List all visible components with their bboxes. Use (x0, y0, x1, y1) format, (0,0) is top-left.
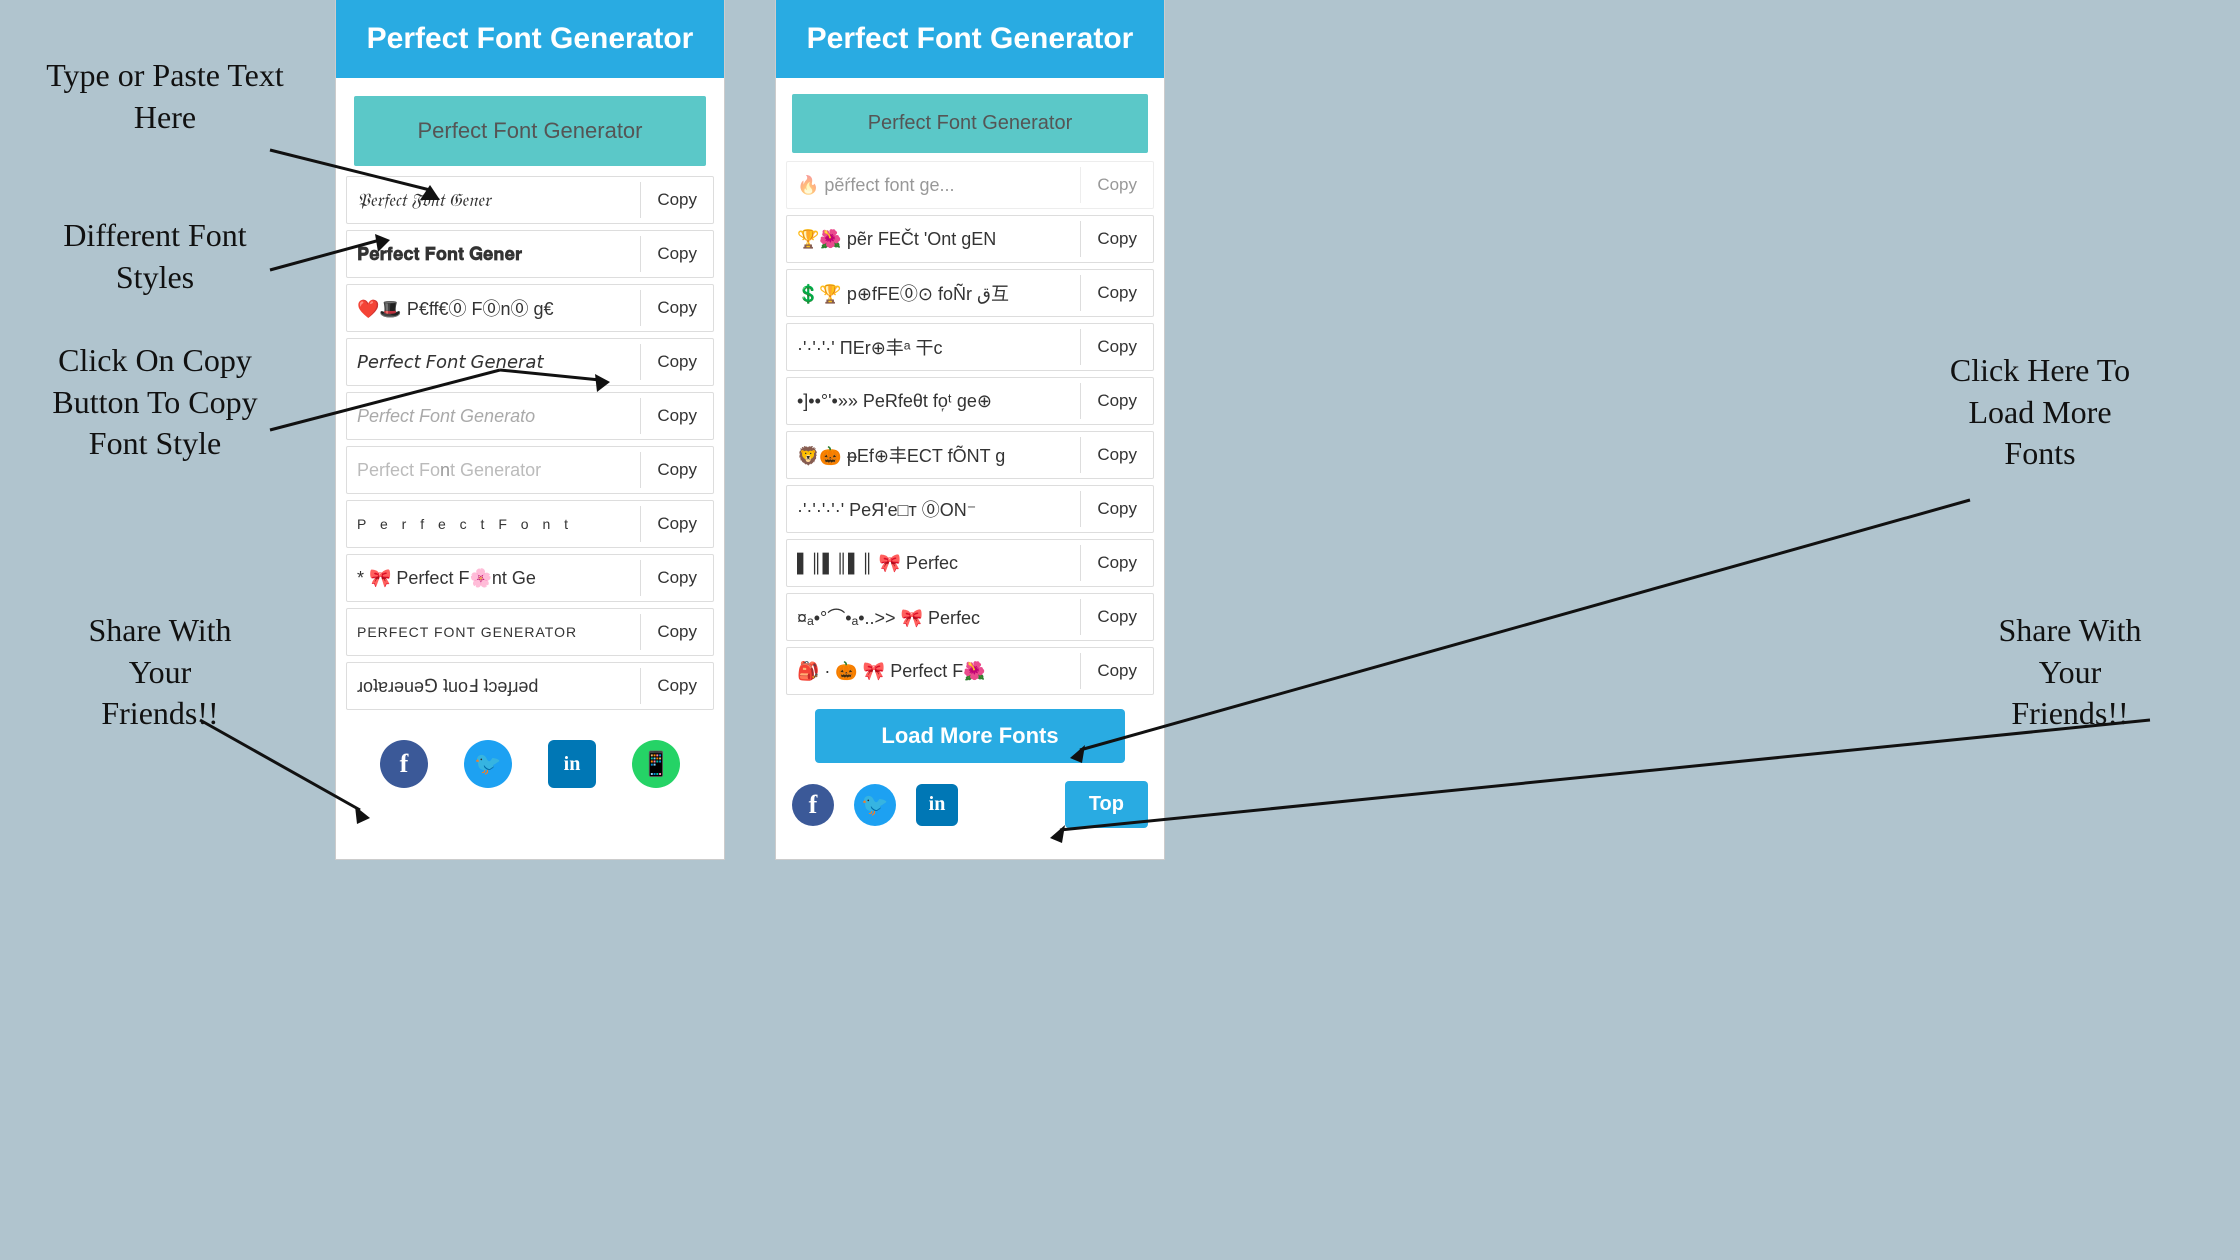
social-bar-right: f 🐦 in (792, 784, 958, 826)
copy-button[interactable]: Copy (1080, 599, 1153, 635)
social-bar-left: f 🐦 in 📱 (336, 724, 724, 798)
annotation-share-right: Share WithYourFriends!! (1930, 610, 2210, 735)
font-row: Perfect Font Generator Copy (346, 446, 714, 494)
font-text: ·'·'·'·' ΠEr⊕丰ᵃ 干c (787, 326, 1080, 368)
font-row: 🔥 pẽŕfect font ge... Copy (786, 161, 1154, 209)
font-row: 𝘗𝘦𝘳𝘧𝘦𝘤𝘵 𝘍𝘰𝘯𝘵 𝘎𝘦𝘯𝘦𝘳𝘢𝘵 Copy (346, 338, 714, 386)
twitter-icon-right[interactable]: 🐦 (854, 784, 896, 826)
font-row: 🏆🌺 pẽr FEČt 'Ont gEN Copy (786, 215, 1154, 263)
copy-button[interactable]: Copy (1080, 329, 1153, 365)
annotation-type-paste: Type or Paste TextHere (25, 55, 305, 138)
font-list-left: 𝔓𝔢𝔯𝔣𝔢𝔠𝔱 𝔉𝔬𝔫𝔱 𝔊𝔢𝔫𝔢𝔯 Copy 𝐏𝐞𝐫𝐟𝐞𝐜𝐭 𝐅𝐨𝐧𝐭 𝐆𝐞𝐧… (336, 176, 724, 710)
font-text: •]••°'•»» PeRfeθt fo᷊ᵗ ge⊕ (787, 383, 1080, 420)
copy-button[interactable]: Copy (640, 506, 713, 542)
annotation-diff-fonts: Different FontStyles (15, 215, 295, 298)
facebook-icon[interactable]: f (380, 740, 428, 788)
linkedin-icon[interactable]: in (548, 740, 596, 788)
right-panel-header: Perfect Font Generator (776, 0, 1164, 78)
font-row: ¤ₐ•°⌒•ₐ•..>> 🎀 Perfec Copy (786, 593, 1154, 641)
copy-button[interactable]: Copy (1080, 545, 1153, 581)
font-row: 💲🏆 p⊕fFE⓪⊙ foÑr ق互 Copy (786, 269, 1154, 317)
copy-button[interactable]: Copy (1080, 167, 1153, 203)
copy-button[interactable]: Copy (1080, 653, 1153, 689)
font-row: P e r f e c t F o n t Copy (346, 500, 714, 548)
font-row: 🦁🎃 ᵽEf⊕丰ECT fÕNT g Copy (786, 431, 1154, 479)
font-text: 🔥 pẽŕfect font ge... (787, 167, 1080, 204)
right-panel: Perfect Font Generator Perfect Font Gene… (775, 0, 1165, 860)
font-text: perfect font generator (347, 616, 640, 648)
font-text: 💲🏆 p⊕fFE⓪⊙ foÑr ق互 (787, 272, 1080, 314)
font-row: 🎒 · 🎃 🎀 Perfect F🌺 Copy (786, 647, 1154, 695)
font-text: ·'·'·'·'·' PeЯ'e□ᴛ ⓪ON⁻ (787, 488, 1080, 530)
font-text: ɹoʇɐɹǝuǝ⅁ ʇuoℲ ʇɔǝɟɹǝd (347, 668, 640, 705)
font-text: Perfect Font Generato (347, 398, 640, 435)
font-list-right: 🔥 pẽŕfect font ge... Copy 🏆🌺 pẽr FEČt 'O… (776, 161, 1164, 695)
copy-button[interactable]: Copy (1080, 221, 1153, 257)
right-input-area[interactable]: Perfect Font Generator (792, 94, 1148, 153)
top-button[interactable]: Top (1065, 781, 1148, 828)
copy-button[interactable]: Copy (640, 344, 713, 380)
font-row: 𝐏𝐞𝐫𝐟𝐞𝐜𝐭 𝐅𝐨𝐧𝐭 𝐆𝐞𝐧𝐞𝐫 Copy (346, 230, 714, 278)
copy-button[interactable]: Copy (1080, 437, 1153, 473)
font-row: ·'·'·'·' ΠEr⊕丰ᵃ 干c Copy (786, 323, 1154, 371)
font-text: 🏆🌺 pẽr FEČt 'Ont gEN (787, 221, 1080, 258)
font-row: * 🎀 Perfect F🌸nt Ge Copy (346, 554, 714, 602)
font-text: ▌║▌║▌║ 🎀 Perfec (787, 545, 1080, 582)
font-text: * 🎀 Perfect F🌸nt Ge (347, 560, 640, 597)
font-text: 𝐏𝐞𝐫𝐟𝐞𝐜𝐭 𝐅𝐨𝐧𝐭 𝐆𝐞𝐧𝐞𝐫 (347, 236, 640, 273)
font-text: 𝘗𝘦𝘳𝘧𝘦𝘤𝘵 𝘍𝘰𝘯𝘵 𝘎𝘦𝘯𝘦𝘳𝘢𝘵 (347, 344, 640, 381)
copy-button[interactable]: Copy (640, 290, 713, 326)
font-text: ¤ₐ•°⌒•ₐ•..>> 🎀 Perfec (787, 596, 1080, 638)
font-row: ·'·'·'·'·' PeЯ'e□ᴛ ⓪ON⁻ Copy (786, 485, 1154, 533)
copy-button[interactable]: Copy (640, 452, 713, 488)
whatsapp-icon[interactable]: 📱 (632, 740, 680, 788)
copy-button[interactable]: Copy (640, 668, 713, 704)
font-text: 𝔓𝔢𝔯𝔣𝔢𝔠𝔱 𝔉𝔬𝔫𝔱 𝔊𝔢𝔫𝔢𝔯 (347, 182, 640, 219)
copy-button[interactable]: Copy (640, 236, 713, 272)
font-row: •]••°'•»» PeRfeθt fo᷊ᵗ ge⊕ Copy (786, 377, 1154, 425)
font-row: 𝔓𝔢𝔯𝔣𝔢𝔠𝔱 𝔉𝔬𝔫𝔱 𝔊𝔢𝔫𝔢𝔯 Copy (346, 176, 714, 224)
left-panel: Perfect Font Generator Perfect Font Gene… (335, 0, 725, 860)
copy-button[interactable]: Copy (1080, 383, 1153, 419)
font-row: perfect font generator Copy (346, 608, 714, 656)
copy-button[interactable]: Copy (640, 614, 713, 650)
twitter-icon[interactable]: 🐦 (464, 740, 512, 788)
font-row: Perfect Font Generato Copy (346, 392, 714, 440)
bottom-bar-right: f 🐦 in Top (776, 771, 1164, 838)
copy-button[interactable]: Copy (640, 560, 713, 596)
annotation-load-more: Click Here ToLoad MoreFonts (1890, 350, 2190, 475)
linkedin-icon-right[interactable]: in (916, 784, 958, 826)
copy-button[interactable]: Copy (1080, 491, 1153, 527)
right-input-text: Perfect Font Generator (868, 112, 1073, 134)
left-panel-header: Perfect Font Generator (336, 0, 724, 78)
copy-button[interactable]: Copy (640, 398, 713, 434)
facebook-icon-right[interactable]: f (792, 784, 834, 826)
font-text: 🎒 · 🎃 🎀 Perfect F🌺 (787, 653, 1080, 690)
font-text: ❤️🎩 P€ff€⓪ F⓪n⓪ g€ (347, 287, 640, 329)
font-text: Perfect Font Generator (347, 452, 640, 489)
font-row: ❤️🎩 P€ff€⓪ F⓪n⓪ g€ Copy (346, 284, 714, 332)
input-text: Perfect Font Generator (418, 118, 643, 143)
font-row: ɹoʇɐɹǝuǝ⅁ ʇuoℲ ʇɔǝɟɹǝd Copy (346, 662, 714, 710)
load-more-button[interactable]: Load More Fonts (815, 709, 1125, 763)
font-text: P e r f e c t F o n t (347, 508, 640, 540)
annotation-click-copy: Click On CopyButton To CopyFont Style (10, 340, 300, 465)
copy-button[interactable]: Copy (1080, 275, 1153, 311)
font-text: 🦁🎃 ᵽEf⊕丰ECT fÕNT g (787, 434, 1080, 476)
right-panel-title: Perfect Font Generator (807, 22, 1134, 55)
annotation-share-left: Share WithYourFriends!! (30, 610, 290, 735)
copy-button[interactable]: Copy (640, 182, 713, 218)
left-panel-title: Perfect Font Generator (367, 22, 694, 55)
font-row: ▌║▌║▌║ 🎀 Perfec Copy (786, 539, 1154, 587)
text-input-area[interactable]: Perfect Font Generator (354, 96, 706, 166)
